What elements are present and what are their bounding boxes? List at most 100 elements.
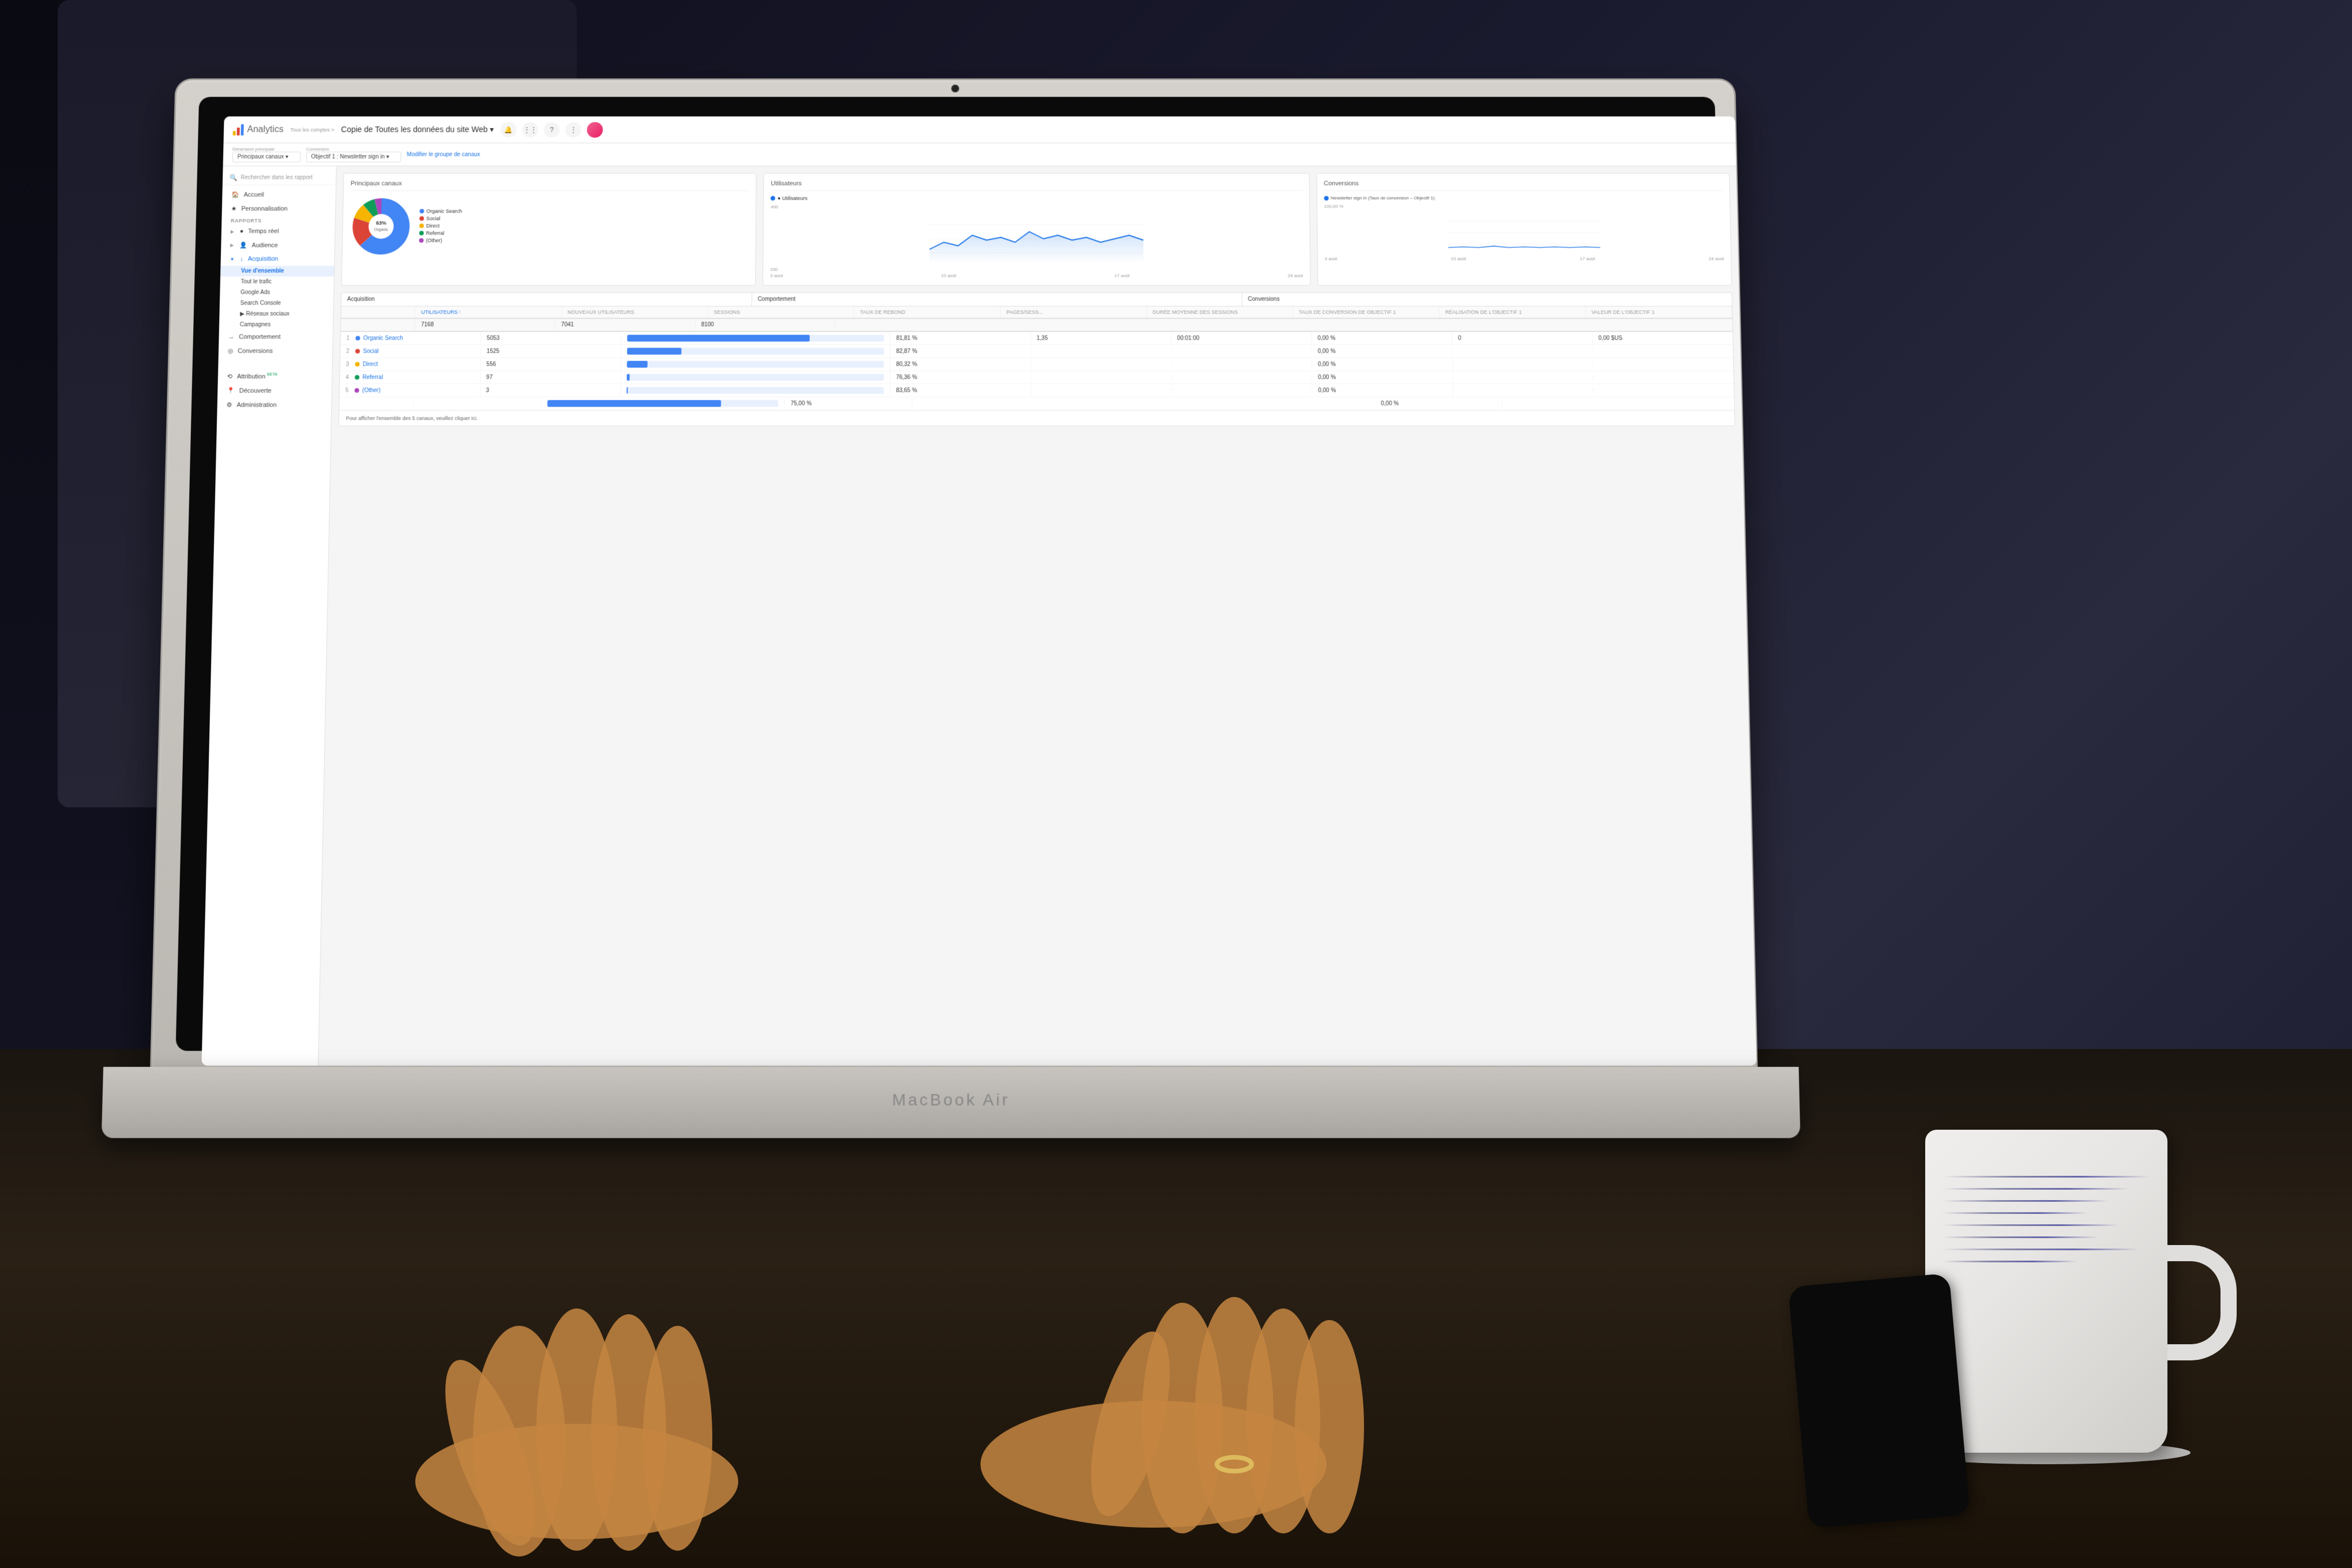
social-link[interactable]: Social xyxy=(363,348,378,355)
sidebar-item-comportement[interactable]: → Comportement xyxy=(219,330,333,344)
sidebar-label-perso: Personnalisation xyxy=(241,205,288,212)
filter-bar: Dimension principale Principaux canaux ▾… xyxy=(223,143,1737,166)
sidebar-sub-reseaux-sociaux[interactable]: ▶ Réseaux sociaux xyxy=(219,309,333,319)
grid-btn[interactable]: ⋮⋮ xyxy=(522,122,538,137)
pie-container: 63% Organic Organic Search xyxy=(349,195,749,257)
sidebar-item-decouverte[interactable]: 📍 Découverte xyxy=(217,383,332,398)
acquisition-section-header: Acquisition xyxy=(341,293,752,306)
sidebar-sub-vue-ensemble[interactable]: Vue d'ensemble xyxy=(220,266,334,277)
channel-cell-4: 4 Referral xyxy=(340,371,480,383)
col-taux-rebond: Taux de rebond xyxy=(854,306,1001,318)
conv-x-1: 3 août xyxy=(1325,256,1337,261)
pages-1: 1,35 xyxy=(1031,332,1171,344)
rank-4: 4 xyxy=(345,374,349,381)
objectif-5 xyxy=(1453,388,1594,393)
phone xyxy=(1788,1273,1970,1529)
sidebar-item-perso[interactable]: ★ Personnalisation xyxy=(222,202,336,216)
other-channel-dot xyxy=(354,388,359,393)
sidebar-item-acquisition[interactable]: ▼ ↓ Acquisition xyxy=(220,252,334,265)
mug-handle xyxy=(2167,1245,2237,1360)
logo-bar-3 xyxy=(241,124,243,135)
modify-groups-link[interactable]: Modifier le groupe de canaux xyxy=(407,152,480,158)
macbook-lid: Analytics Tous les comptes > Copie de To… xyxy=(149,78,1758,1085)
conv-chart-area xyxy=(1324,210,1724,255)
conversions-section-header: Conversions xyxy=(1242,293,1732,306)
col-utilisateurs[interactable]: Utilisateurs ↑ xyxy=(415,306,562,318)
col-pages: Pages/sess... xyxy=(1001,306,1147,318)
utilisateurs-3: 556 xyxy=(480,358,621,370)
macbook: Analytics Tous les comptes > Copie de To… xyxy=(148,78,1848,1174)
col-sessions: Sessions xyxy=(708,306,855,318)
pin-icon: 📍 xyxy=(227,387,235,394)
screen-content: Analytics Tous les comptes > Copie de To… xyxy=(201,116,1756,1066)
conv-y-label: 100,00 % xyxy=(1324,204,1723,209)
bar-bg-3 xyxy=(627,361,884,368)
social-dot xyxy=(419,216,424,220)
page-title[interactable]: Copie de Toutes les données du site Web … xyxy=(341,125,494,134)
sidebar-item-audience[interactable]: ▶ 👤 Audience xyxy=(221,238,335,252)
expand-icon: ▶ xyxy=(230,243,234,248)
pie-chart-svg: 63% Organic xyxy=(349,195,413,257)
bar-bg-2 xyxy=(627,348,884,355)
arrow-right-icon: → xyxy=(228,334,234,341)
sidebar-sub-google-ads[interactable]: Google Ads xyxy=(220,287,333,298)
other-link[interactable]: (Other) xyxy=(362,388,381,394)
rank-5: 5 xyxy=(345,388,349,394)
total-comportement xyxy=(836,319,1348,331)
notification-btn[interactable]: 🔔 xyxy=(501,122,517,137)
taux-rebond-5: 83,65 % xyxy=(891,385,1031,397)
referral-link[interactable]: Referral xyxy=(363,374,384,381)
help-btn[interactable]: ? xyxy=(544,122,560,137)
sidebar-sub-search-console[interactable]: Search Console xyxy=(220,298,334,309)
conv-legend-item: Newsletter sign in (Taux de conversion –… xyxy=(1324,195,1722,201)
col-duree: Durée moyenne des sessions xyxy=(1147,306,1294,318)
valeur-5 xyxy=(1594,388,1734,393)
legend-social: Social xyxy=(419,216,462,221)
user-avatar[interactable] xyxy=(587,122,603,137)
app-title: Analytics xyxy=(247,125,283,134)
channel-cell-3: 3 Direct xyxy=(340,358,481,370)
more-btn[interactable]: ⋮ xyxy=(565,122,581,137)
channel-cell-5: 5 (Other) xyxy=(340,385,480,397)
dimension-select[interactable]: Principaux canaux ▾ xyxy=(232,152,300,162)
svg-text:63%: 63% xyxy=(376,220,386,226)
col-nouveaux: Nouveaux utilisateurs xyxy=(562,306,708,318)
x-label-4: 24 août xyxy=(1288,273,1303,279)
conversion-select[interactable]: Objectif 1 : Newsletter sign in ▾ xyxy=(306,152,401,162)
sidebar-search[interactable]: 🔍 Rechercher dans les rapport xyxy=(223,171,336,185)
sidebar-item-admin[interactable]: ⚙ Administration xyxy=(217,398,331,412)
conv-legend-label: Newsletter sign in (Taux de conversion –… xyxy=(1331,195,1434,201)
pages-2 xyxy=(1031,348,1172,354)
pie-chart-title: Principaux canaux xyxy=(351,181,749,191)
dashboard: Principaux canaux xyxy=(331,166,1742,433)
utilisateurs-4: 97 xyxy=(480,371,621,383)
legend-referral: Referral xyxy=(419,230,462,236)
organic-link[interactable]: Organic Search xyxy=(363,335,403,341)
duree-2 xyxy=(1171,348,1312,354)
sidebar-sub-tout-trafic[interactable]: Tout le trafic xyxy=(220,277,334,288)
direct-link[interactable]: Direct xyxy=(363,361,378,367)
total-conversions xyxy=(1348,319,1733,331)
mug-stripe xyxy=(1943,1188,2129,1190)
totals-row: 7168 7041 8100 xyxy=(341,319,1733,332)
bar-fill-2 xyxy=(627,348,681,355)
bar-cell-5 xyxy=(621,384,891,397)
sidebar-item-accueil[interactable]: 🏠 Accueil xyxy=(222,187,336,201)
sidebar-sub-campagnes[interactable]: Campagnes xyxy=(219,319,333,330)
referral-label: Referral xyxy=(426,230,445,236)
rank-2: 2 xyxy=(346,348,350,355)
logo-bar-1 xyxy=(233,131,236,136)
dimension-label: Dimension principale Principaux canaux ▾ xyxy=(232,146,300,162)
table-section-headers: Acquisition Comportement Conversions xyxy=(341,293,1732,307)
sidebar-item-conversions[interactable]: ◎ Conversions xyxy=(219,344,333,358)
sidebar-item-temps-reel[interactable]: ▶ ● Temps réel xyxy=(221,225,335,238)
social-channel-dot xyxy=(355,349,360,354)
conv-x-labels: 3 août 10 août 17 août 24 août xyxy=(1325,256,1724,261)
dimension-label-text: Dimension principale xyxy=(232,146,300,152)
logo-bars xyxy=(233,124,244,135)
x-label-2: 10 août xyxy=(941,273,956,279)
valeur-1: 0,00 $US xyxy=(1592,332,1733,344)
total-sessions: 8100 xyxy=(696,319,836,331)
sidebar-item-attribution[interactable]: ⟲ Attribution BETA xyxy=(218,370,332,384)
mug-stripe xyxy=(1943,1200,2109,1202)
